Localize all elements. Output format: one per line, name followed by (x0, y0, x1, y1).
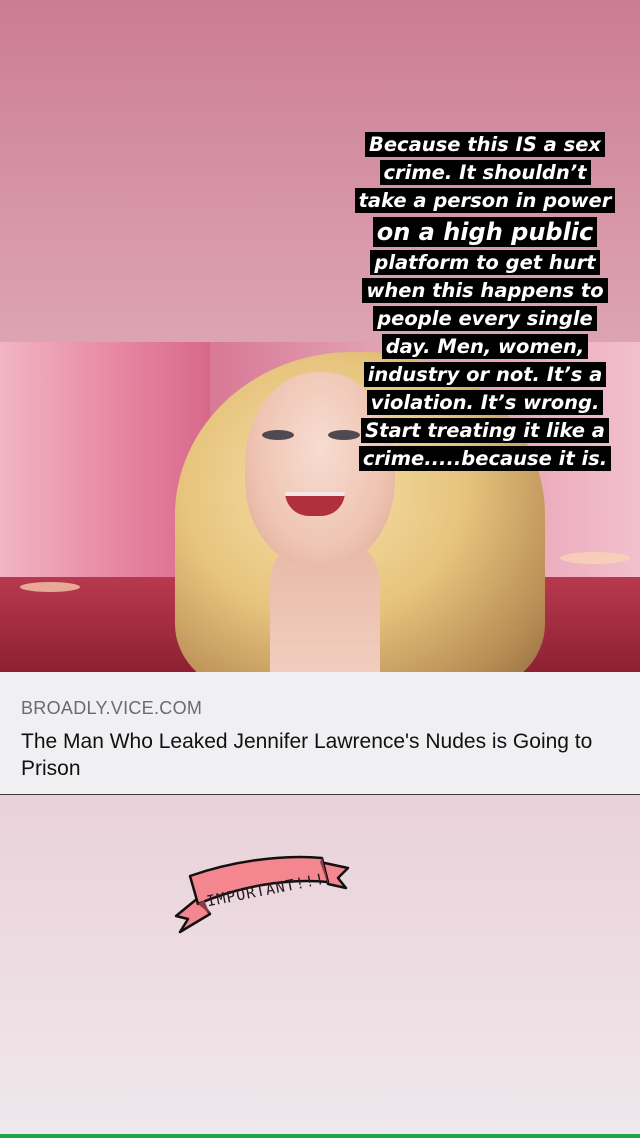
story-canvas[interactable]: Because this IS a sex crime. It shouldn’… (0, 0, 640, 1138)
caption-line: take a person in power (354, 187, 616, 215)
story-caption: Because this IS a sex crime. It shouldn’… (354, 131, 616, 473)
story-progress-strip (0, 1134, 640, 1138)
caption-line: Because this IS a sex (354, 131, 616, 159)
caption-line: crime.....because it is. (354, 445, 616, 473)
caption-line: violation. It’s wrong. (354, 389, 616, 417)
sticker-label: IMPORTANT!!! (170, 840, 355, 940)
caption-line: when this happens to (354, 277, 616, 305)
link-title: The Man Who Leaked Jennifer Lawrence's N… (21, 730, 593, 780)
link-domain: BROADLY.VICE.COM (21, 698, 203, 718)
portrait-eye-left (262, 430, 294, 440)
caption-line: crime. It shouldn’t (354, 159, 616, 187)
caption-line: industry or not. It’s a (354, 361, 616, 389)
caption-line: platform to get hurt (354, 249, 616, 277)
background-lamp-left (20, 582, 80, 592)
caption-line: day. Men, women, (354, 333, 616, 361)
caption-line: people every single (354, 305, 616, 333)
sticker-text: IMPORTANT!!! (205, 870, 327, 911)
caption-line: Start treating it like a (354, 417, 616, 445)
caption-line: on a high public (354, 215, 616, 249)
background-lamp-right (560, 552, 630, 564)
link-preview-card[interactable]: BROADLY.VICE.COM The Man Who Leaked Jenn… (0, 672, 640, 795)
important-sticker[interactable]: IMPORTANT!!! (170, 840, 355, 940)
